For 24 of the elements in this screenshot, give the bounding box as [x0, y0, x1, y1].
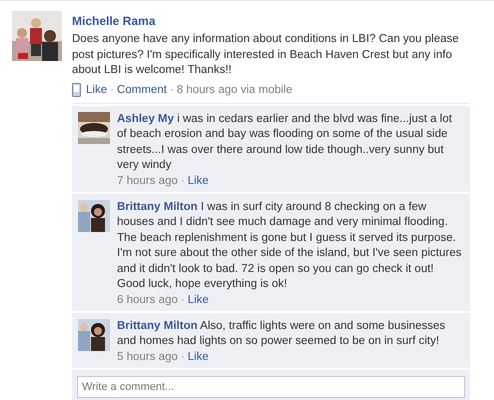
author-name[interactable]: Michelle Rama: [72, 14, 482, 28]
timestamp: 8 hours ago via mobile: [176, 84, 292, 96]
author-name[interactable]: Ashley My: [117, 112, 174, 124]
author-name[interactable]: Brittany Milton: [117, 320, 198, 332]
author-name[interactable]: Brittany Milton: [117, 200, 198, 212]
separator-dot: ·: [170, 84, 174, 96]
comment-field[interactable]: Write a comment...: [77, 376, 465, 398]
separator-dot: ·: [180, 294, 185, 306]
like-link[interactable]: Like: [188, 350, 209, 362]
action-link[interactable]: Like: [86, 84, 108, 96]
post-text: Does anyone have any information about conditions in LBI? Can you please post pictures? I'm specifically interested in Beach Haven Crest but any info about LBI is welcome! Thanks!!: [72, 32, 460, 78]
separator-dot: ·: [180, 174, 185, 186]
separator-dot: ·: [110, 84, 114, 96]
timestamp: 7 hours ago: [117, 174, 178, 186]
like-link[interactable]: Like: [188, 174, 209, 186]
comment-text: Ashley My i was in cedars earlier and the blvd was fine...just a lot of beach erosion and bay was flooding on some of the usual side streets...I was over there around low tide though..very sunny but very windy: [117, 112, 453, 173]
action-link[interactable]: Comment: [116, 84, 167, 96]
like-link[interactable]: Like: [188, 294, 209, 306]
mobile-phone-icon: [72, 82, 81, 96]
timestamp: 5 hours ago: [117, 350, 178, 362]
separator-dot: ·: [180, 350, 185, 362]
timestamp: 6 hours ago: [117, 294, 178, 306]
comment-text: Brittany Milton I was in surf city around 8 checking on a few houses and I didn't see much damage and very minimal flooding. The beach replenishment is gone but I guess it served its purpose. I'm not sure about the other side of the island, but I've seen pictures and it didn't look to bad. 72 is open so you can go check it out! Good luck, hope everything is ok!: [117, 200, 462, 292]
comment-text: Brittany Milton Also, traffic lights were on and some businesses and homes had lights on so power seemed to be on in surf city!: [117, 318, 446, 349]
